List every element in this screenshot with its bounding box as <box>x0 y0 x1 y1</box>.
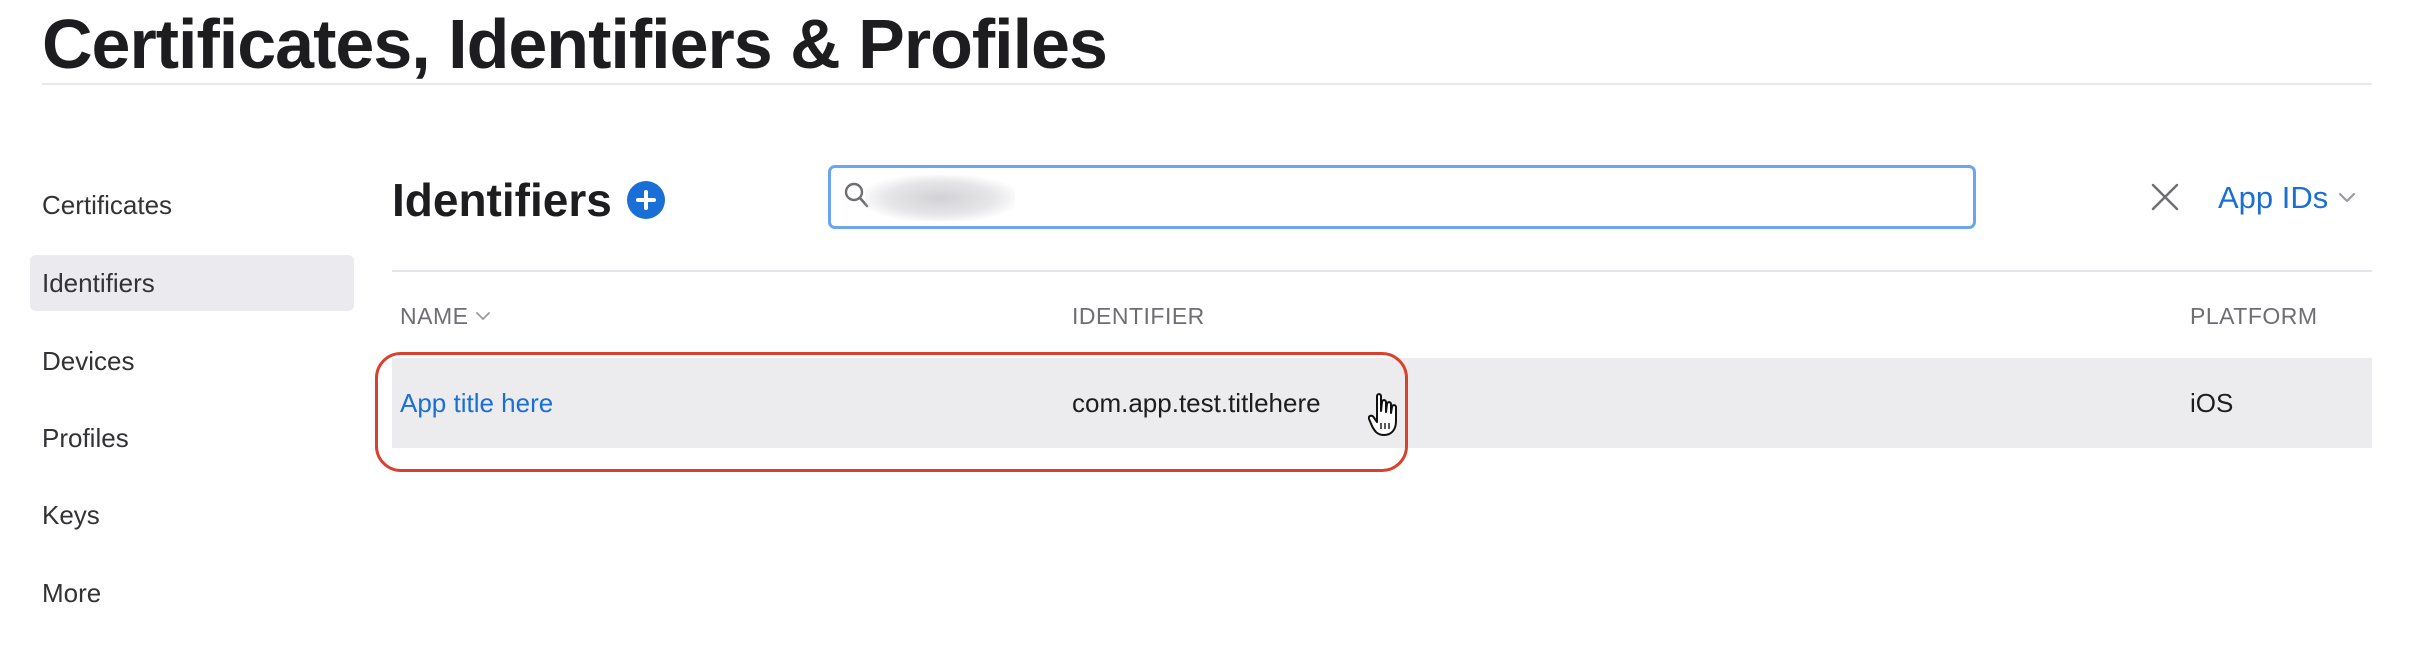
column-header-name[interactable]: NAME <box>400 300 491 332</box>
table-divider <box>392 270 2372 272</box>
sidebar-item-more[interactable]: More <box>30 565 354 621</box>
sidebar-item-certificates[interactable]: Certificates <box>30 177 354 233</box>
chevron-down-icon <box>2339 192 2356 203</box>
row-platform: iOS <box>2190 388 2234 418</box>
sidebar-item-devices[interactable]: Devices <box>30 333 354 389</box>
column-header-identifier: IDENTIFIER <box>1072 303 1205 329</box>
page-title: Certificates, Identifiers & Profiles <box>42 5 1108 83</box>
app-ids-filter-dropdown[interactable]: App IDs <box>2218 176 2356 220</box>
search-field[interactable] <box>828 165 1976 229</box>
close-icon[interactable] <box>2150 182 2180 212</box>
hand-cursor-icon <box>1368 393 1397 436</box>
sidebar-item-profiles[interactable]: Profiles <box>30 410 354 466</box>
plus-circle-icon[interactable] <box>627 181 665 219</box>
row-name-link[interactable]: App title here <box>400 386 553 420</box>
column-header-platform: PLATFORM <box>2190 303 2318 329</box>
search-input[interactable] <box>873 172 1972 226</box>
row-identifier: com.app.test.titlehere <box>1072 388 1321 418</box>
section-title: Identifiers <box>392 174 612 226</box>
sidebar-item-identifiers[interactable]: Identifiers <box>30 255 354 311</box>
column-header-name-label: NAME <box>400 303 469 329</box>
sidebar-item-keys[interactable]: Keys <box>30 487 354 543</box>
chevron-down-icon <box>476 312 491 320</box>
title-divider <box>42 83 2372 85</box>
filter-label: App IDs <box>2218 180 2329 215</box>
